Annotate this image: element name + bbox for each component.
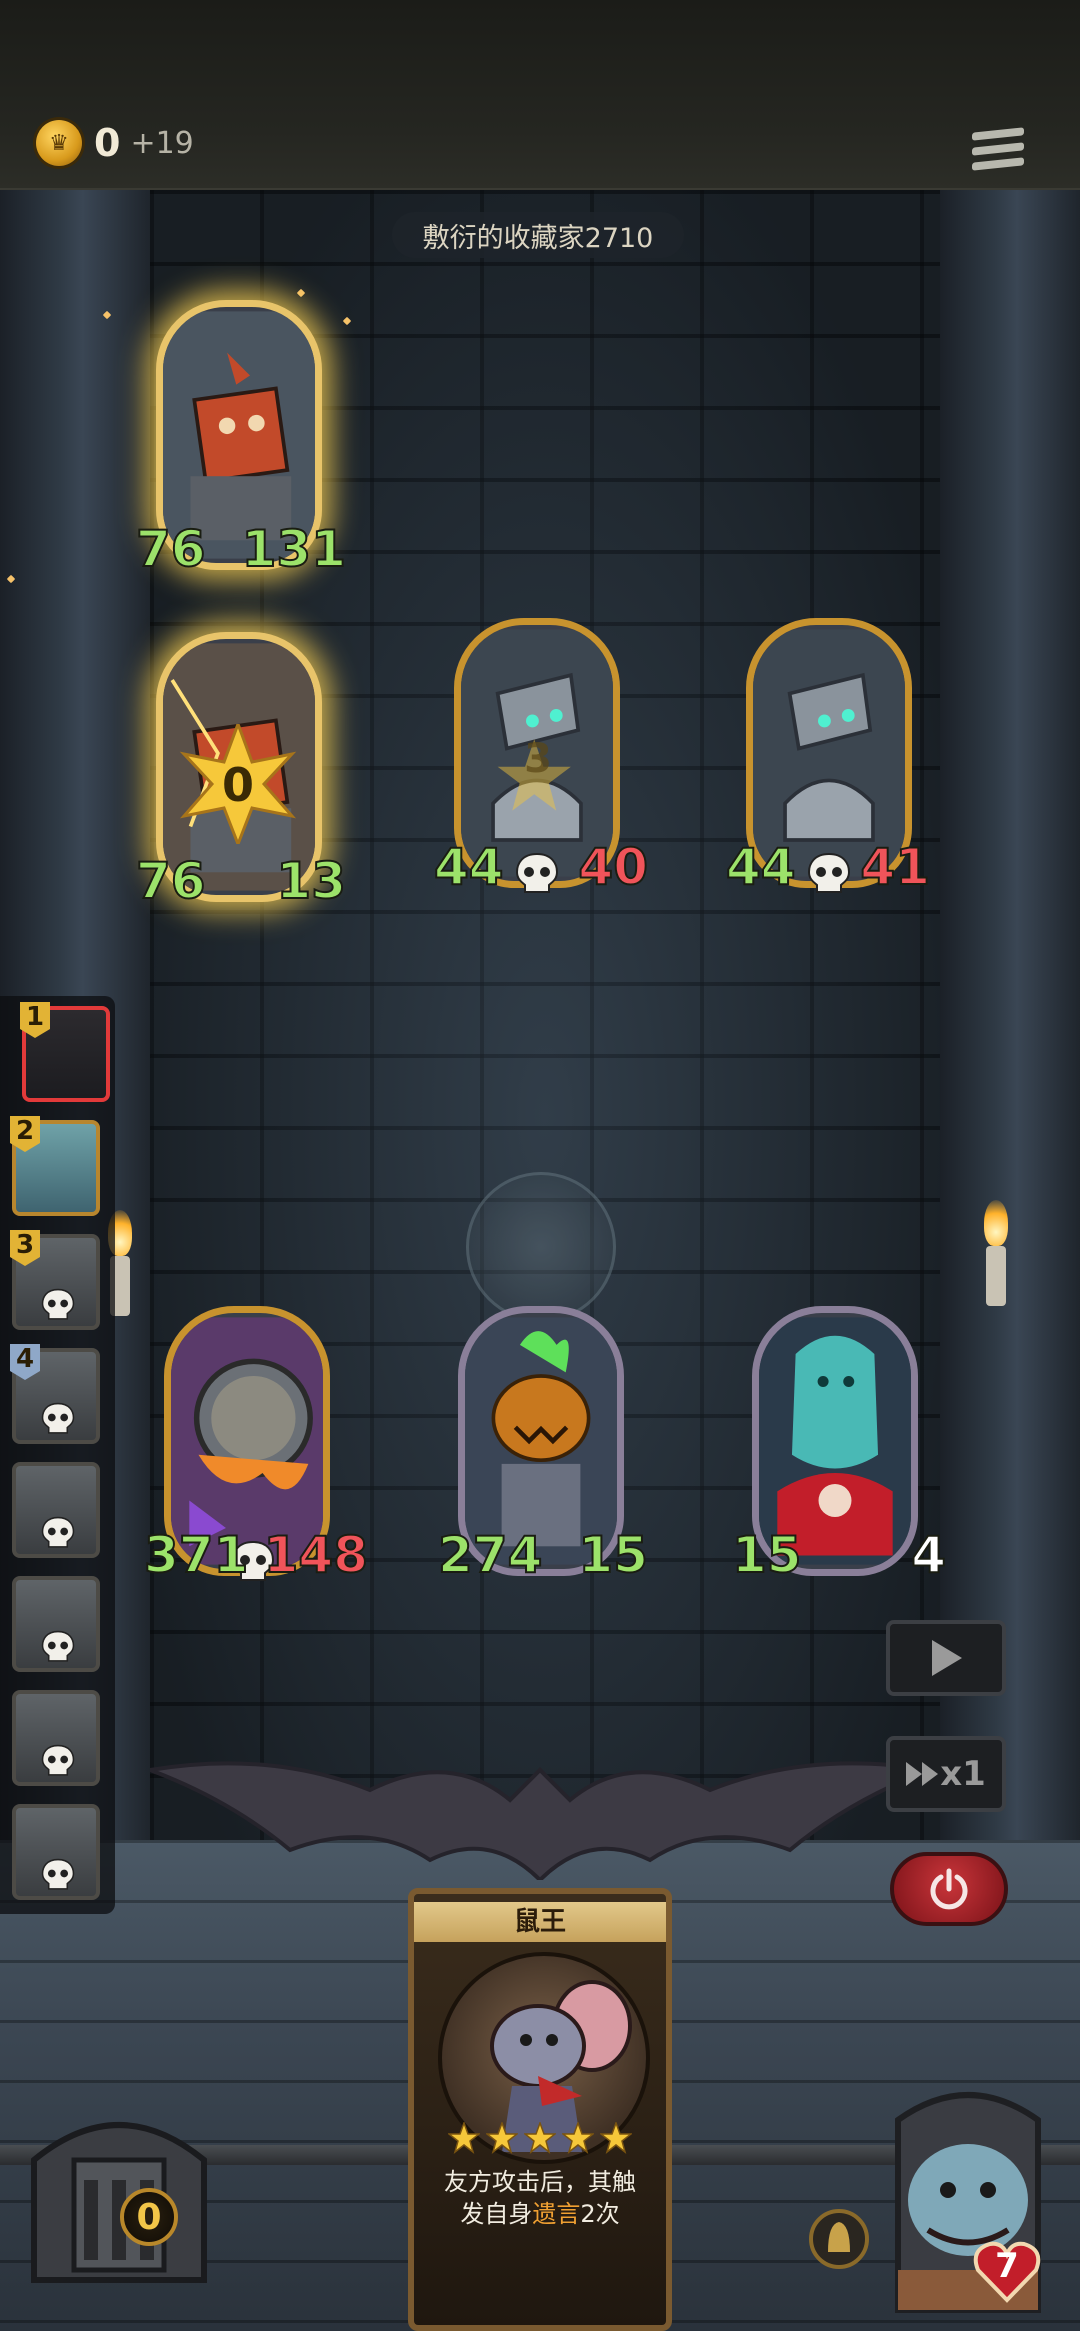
- turn-slot[interactable]: 2: [10, 1116, 100, 1216]
- skull-icon: [41, 1630, 75, 1662]
- attack-value: 371: [143, 1525, 249, 1585]
- health-value: 4: [910, 1525, 947, 1585]
- skull-icon: [515, 852, 559, 893]
- turn-slot[interactable]: [12, 1690, 100, 1786]
- turn-number: 2: [10, 1116, 40, 1152]
- bat-emblem-icon: [150, 1761, 930, 1880]
- skull-icon: [41, 1744, 75, 1776]
- turn-number: 4: [10, 1344, 40, 1380]
- skull-icon: [41, 1402, 75, 1434]
- attack-value: 76: [135, 519, 207, 579]
- turn-slot[interactable]: 1: [20, 1002, 110, 1102]
- boss-health-badge: 7: [972, 2238, 1042, 2304]
- power-icon: [930, 1868, 968, 1910]
- turn-slot[interactable]: 4: [10, 1344, 100, 1444]
- attack-value: 76: [135, 851, 207, 911]
- hero-card-rat-king[interactable]: 鼠王: [408, 1888, 672, 2331]
- right-pillar: [940, 190, 1080, 1870]
- player-minion-cauldron-beast[interactable]: 371 148: [143, 1306, 369, 1586]
- health-value: 41: [859, 837, 931, 897]
- health-value: 40: [577, 837, 649, 897]
- enemy-minion-bell-golem-a[interactable]: 3 44 40: [433, 618, 649, 898]
- treasure-chest-icon[interactable]: [14, 2090, 224, 2290]
- skull-icon: [41, 1288, 75, 1320]
- desc-text-b: 2次: [580, 2200, 620, 2228]
- center-rune-icon: [466, 1172, 616, 1322]
- damage-value: 0: [221, 758, 254, 812]
- player-minion-ghost-summoner[interactable]: 15 4: [731, 1306, 947, 1586]
- opponent-name-label: 敷衍的收藏家2710: [392, 212, 684, 258]
- star-icon: [448, 2122, 480, 2154]
- fast-forward-icon: [906, 1762, 939, 1786]
- helmet-icon[interactable]: [808, 2208, 870, 2270]
- chest-count: 0: [120, 2188, 178, 2246]
- skull-icon: [41, 1858, 75, 1890]
- health-value: 148: [263, 1525, 369, 1585]
- turn-number: 3: [10, 1230, 40, 1266]
- attack-value: 15: [731, 1525, 803, 1585]
- enemy-minion-construct-b[interactable]: 0 76 13: [135, 632, 347, 912]
- surrender-button[interactable]: [890, 1852, 1008, 1926]
- health-value: 15: [577, 1525, 649, 1585]
- attack-value: 44: [433, 837, 505, 897]
- attack-value: 44: [725, 837, 797, 897]
- star-icon: [524, 2122, 556, 2154]
- health-value: 13: [275, 851, 347, 911]
- attack-value: 274: [437, 1525, 543, 1585]
- hero-card-title: 鼠王: [414, 1902, 666, 1942]
- turn-slot[interactable]: [12, 1576, 100, 1672]
- damage-value: 3: [524, 736, 552, 782]
- desc-text-a: 发自身: [460, 2200, 533, 2228]
- gold-amount: 0: [94, 121, 121, 165]
- enemy-minion-bell-golem-b[interactable]: 44 41: [725, 618, 931, 898]
- star-icon: [562, 2122, 594, 2154]
- desc-line-2: 发自身遗言2次: [418, 2198, 662, 2230]
- star-icon: [486, 2122, 518, 2154]
- deathrattle-keyword: 遗言: [532, 2200, 581, 2228]
- enemy-minion-construct-a[interactable]: 76 131: [135, 300, 347, 580]
- speed-button[interactable]: x1: [886, 1736, 1006, 1812]
- torch-right-icon: [976, 1200, 1016, 1320]
- player-minion-pumpkin-knight[interactable]: 274 15: [437, 1306, 649, 1586]
- gold-income: +19: [130, 125, 194, 161]
- health-value: 131: [241, 519, 347, 579]
- turn-slot[interactable]: 3: [10, 1230, 100, 1330]
- hero-card-description: 友方攻击后，其触 发自身遗言2次: [418, 2166, 662, 2230]
- skull-icon: [41, 1516, 75, 1548]
- gold-counter: ♛ 0 +19: [36, 118, 194, 168]
- damage-badge: 3: [478, 702, 598, 822]
- turn-number: 1: [20, 1002, 50, 1038]
- desc-line-1: 友方攻击后，其触: [444, 2168, 636, 2196]
- damage-badge: 0: [178, 724, 298, 844]
- skull-icon: [807, 852, 851, 893]
- hero-card-stars: [448, 2122, 632, 2156]
- turn-slot[interactable]: [12, 1804, 100, 1900]
- crown-coin-icon: ♛: [36, 120, 82, 166]
- play-icon: [932, 1640, 962, 1676]
- turn-slot[interactable]: [12, 1462, 100, 1558]
- menu-button[interactable]: [972, 127, 1024, 180]
- star-icon: [600, 2122, 632, 2154]
- boss-health-value: 7: [995, 2246, 1019, 2286]
- play-button[interactable]: [886, 1620, 1006, 1696]
- speed-label: x1: [940, 1754, 986, 1794]
